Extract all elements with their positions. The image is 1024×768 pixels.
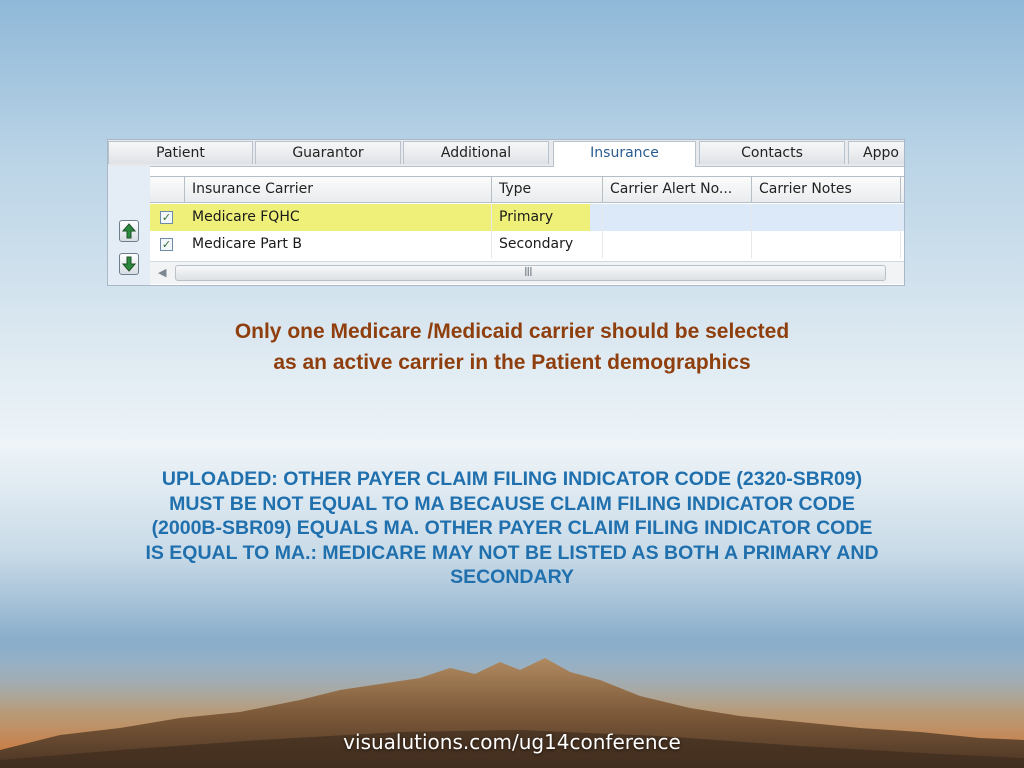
error-line: MUST BE NOT EQUAL TO MA BECAUSE CLAIM FI… (169, 492, 855, 515)
insurance-grid: Insurance Carrier Type Carrier Alert No.… (150, 173, 904, 285)
header-carrier-alert-notes[interactable]: Carrier Alert No... (603, 177, 752, 202)
active-checkbox[interactable]: ✓ (160, 238, 173, 251)
notes-cell (752, 231, 901, 258)
tab-contacts[interactable]: Contacts (699, 141, 845, 164)
table-row[interactable]: ✓ Medicare Part B Secondary (150, 231, 904, 258)
type-cell: Primary (492, 204, 603, 231)
arrow-down-icon (122, 256, 136, 272)
tab-guarantor[interactable]: Guarantor (255, 141, 401, 164)
notes-cell (752, 204, 901, 231)
header-carrier-notes[interactable]: Carrier Notes (752, 177, 901, 202)
error-line: SECONDARY (450, 566, 574, 589)
header-checkbox-column (150, 177, 185, 202)
tab-bar: Patient Guarantor Additional Insurance C… (108, 140, 904, 167)
scrollbar-grip: III (524, 265, 533, 279)
active-checkbox[interactable]: ✓ (160, 211, 173, 224)
move-down-button[interactable] (119, 253, 139, 275)
error-line: UPLOADED: OTHER PAYER CLAIM FILING INDIC… (161, 468, 863, 490)
tab-patient[interactable]: Patient (108, 141, 253, 164)
horizontal-scrollbar[interactable]: ◀ III (150, 261, 904, 284)
grid-header: Insurance Carrier Type Carrier Alert No.… (150, 176, 904, 203)
footer-url: visualutions.com/ug14conference (343, 730, 681, 754)
header-type[interactable]: Type (492, 177, 603, 202)
tab-appointments[interactable]: Appo (848, 141, 904, 164)
carrier-cell: Medicare FQHC (185, 204, 492, 231)
alert-cell (603, 231, 752, 258)
scroll-left-icon[interactable]: ◀ (158, 266, 166, 279)
move-up-button[interactable] (119, 220, 139, 242)
slide-caption: Only one Medicare /Medicaid carrier shou… (0, 316, 1024, 378)
error-line: (2000B-SBR09) EQUALS MA. OTHER PAYER CLA… (151, 517, 873, 540)
error-message: UPLOADED: OTHER PAYER CLAIM FILING INDIC… (76, 467, 948, 590)
caption-line: as an active carrier in the Patient demo… (273, 351, 751, 374)
alert-cell (603, 204, 752, 231)
slide: Patient Guarantor Additional Insurance C… (0, 0, 1024, 768)
tab-additional[interactable]: Additional (403, 141, 549, 164)
table-row[interactable]: ✓ Medicare FQHC Primary (150, 204, 904, 231)
arrow-up-icon (122, 223, 136, 239)
row-order-pane (108, 166, 150, 285)
insurance-screenshot: Patient Guarantor Additional Insurance C… (107, 139, 905, 286)
carrier-cell: Medicare Part B (185, 231, 492, 258)
error-line: IS EQUAL TO MA.: MEDICARE MAY NOT BE LIS… (145, 541, 879, 564)
tab-insurance[interactable]: Insurance (553, 141, 696, 167)
header-insurance-carrier[interactable]: Insurance Carrier (185, 177, 492, 202)
scrollbar-thumb[interactable]: III (175, 265, 886, 281)
type-cell: Secondary (492, 231, 603, 258)
caption-line: Only one Medicare /Medicaid carrier shou… (234, 320, 790, 343)
